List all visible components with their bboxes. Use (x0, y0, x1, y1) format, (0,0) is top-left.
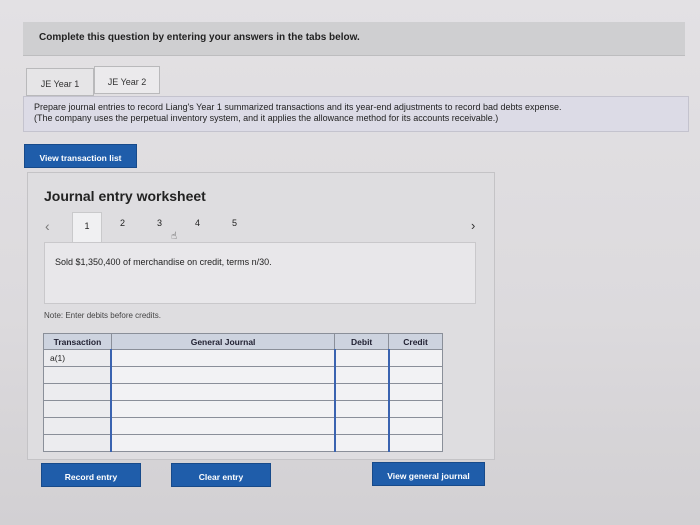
debit-input[interactable] (333, 400, 390, 418)
general-journal-input[interactable] (110, 349, 336, 367)
transaction-description: Sold $1,350,400 of merchandise on credit… (55, 257, 272, 267)
transaction-description-box: Sold $1,350,400 of merchandise on credit… (44, 242, 476, 304)
transaction-cell: a(1) (43, 349, 112, 367)
debits-note: Note: Enter debits before credits. (44, 311, 161, 320)
transaction-cell (43, 417, 112, 435)
chevron-right-icon[interactable]: › (471, 218, 475, 233)
instructions-box: Prepare journal entries to record Liang'… (23, 96, 689, 132)
header-general-journal: General Journal (110, 333, 336, 350)
table-row (43, 383, 443, 401)
clear-entry-button[interactable]: Clear entry (171, 463, 271, 487)
chevron-left-icon[interactable]: ‹ (45, 218, 50, 234)
general-journal-input[interactable] (110, 400, 336, 418)
page-1-button[interactable]: 1 (72, 212, 102, 242)
instructions-line-2: (The company uses the perpetual inventor… (34, 113, 499, 123)
screen: Complete this question by entering your … (0, 0, 700, 525)
journal-table: Transaction General Journal Debit Credit… (43, 333, 443, 452)
header-debit: Debit (334, 333, 390, 350)
view-transaction-list-button[interactable]: View transaction list (24, 144, 137, 168)
view-general-journal-button[interactable]: View general journal (372, 462, 485, 486)
table-row: a(1) (43, 349, 443, 367)
debit-input[interactable] (333, 366, 390, 384)
transaction-cell (43, 366, 112, 384)
table-row (43, 400, 443, 418)
worksheet-title: Journal entry worksheet (44, 188, 206, 204)
table-row (43, 417, 443, 435)
page-4-button[interactable]: 4 (195, 218, 200, 228)
journal-entry-worksheet: Journal entry worksheet ‹ 1 2 3 4 5 › So… (27, 172, 495, 460)
page-2-button[interactable]: 2 (120, 218, 125, 228)
general-journal-input[interactable] (110, 434, 336, 452)
debit-input[interactable] (333, 349, 390, 367)
header-credit: Credit (388, 333, 443, 350)
transaction-cell (43, 400, 112, 418)
transaction-cell (43, 434, 112, 452)
debit-input[interactable] (333, 383, 390, 401)
credit-input[interactable] (387, 366, 443, 384)
credit-input[interactable] (387, 417, 443, 435)
table-row (43, 434, 443, 452)
general-journal-input[interactable] (110, 383, 336, 401)
tab-je-year-2[interactable]: JE Year 2 (94, 66, 160, 94)
question-header: Complete this question by entering your … (23, 22, 685, 56)
credit-input[interactable] (387, 383, 443, 401)
hand-cursor-icon: ☝ (171, 231, 178, 242)
page-5-button[interactable]: 5 (232, 218, 237, 228)
page-3-button[interactable]: 3 (157, 218, 162, 228)
general-journal-input[interactable] (110, 366, 336, 384)
general-journal-input[interactable] (110, 417, 336, 435)
debit-input[interactable] (333, 434, 390, 452)
table-row (43, 366, 443, 384)
question-header-text: Complete this question by entering your … (39, 32, 360, 43)
header-transaction: Transaction (43, 333, 112, 350)
credit-input[interactable] (387, 349, 443, 367)
transaction-cell (43, 383, 112, 401)
record-entry-button[interactable]: Record entry (41, 463, 141, 487)
credit-input[interactable] (387, 434, 443, 452)
instructions-line-1: Prepare journal entries to record Liang'… (34, 102, 562, 112)
tab-je-year-1[interactable]: JE Year 1 (26, 68, 94, 96)
credit-input[interactable] (387, 400, 443, 418)
debit-input[interactable] (333, 417, 390, 435)
